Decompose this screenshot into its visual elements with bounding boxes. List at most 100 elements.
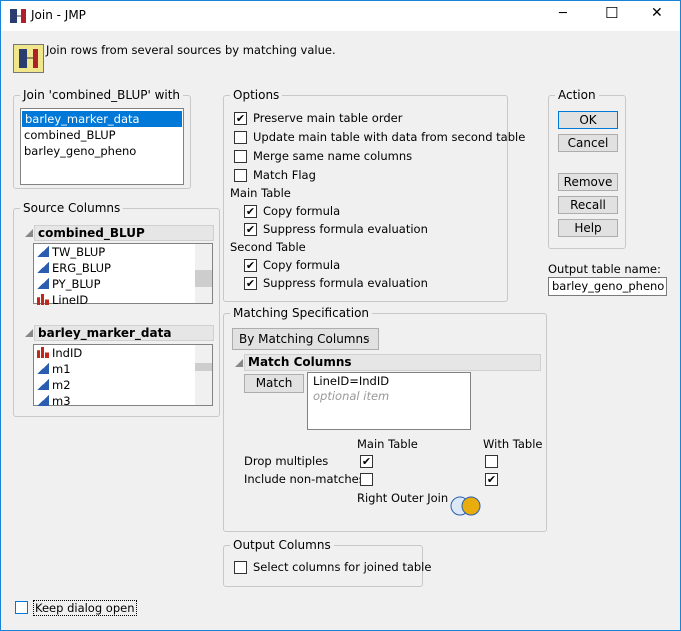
- source-columns-legend: Source Columns: [20, 201, 124, 215]
- list-item[interactable]: m1: [34, 361, 212, 377]
- column-name: m1: [52, 362, 71, 376]
- scrollbar[interactable]: [195, 345, 212, 405]
- column-name: TW_BLUP: [52, 245, 106, 259]
- continuous-icon: [37, 278, 49, 289]
- matching-spec-legend: Matching Specification: [230, 306, 373, 320]
- continuous-icon: [37, 262, 49, 273]
- checkbox-label: Copy formula: [263, 204, 341, 218]
- list-item[interactable]: LineID=IndID: [313, 374, 465, 389]
- update-main-table-checkbox[interactable]: [234, 131, 247, 144]
- continuous-icon: [37, 395, 49, 406]
- list-item[interactable]: PY_BLUP: [34, 276, 212, 292]
- list-item[interactable]: LineID: [34, 292, 212, 308]
- dialog-description: Join rows from several sources by matchi…: [46, 43, 336, 57]
- checkbox-label: Copy formula: [263, 258, 341, 272]
- checkbox-label: Merge same name columns: [253, 149, 413, 163]
- nominal-icon: [37, 294, 49, 305]
- disclosure-triangle-icon[interactable]: [235, 359, 243, 367]
- list-placeholder: optional item: [313, 389, 390, 403]
- keep-dialog-open-checkbox[interactable]: [15, 601, 28, 614]
- column-list[interactable]: IndID m1 m2 m3: [33, 344, 213, 409]
- help-button[interactable]: Help: [558, 219, 618, 237]
- matching-method-dropdown[interactable]: By Matching Columns ⌄: [232, 328, 379, 350]
- checkbox-label: Select columns for joined table: [253, 560, 432, 574]
- drop-multiples-label: Drop multiples: [244, 454, 329, 468]
- join-dialog: Join - JMP ─ ☐ ✕ Join rows from several …: [0, 0, 681, 631]
- checkbox-label: Match Flag: [253, 168, 316, 182]
- continuous-icon: [37, 363, 49, 374]
- table-header: combined_BLUP: [34, 225, 214, 241]
- keep-dialog-open-label: Keep dialog open: [33, 600, 137, 616]
- close-button[interactable]: ✕: [651, 5, 663, 21]
- column-name: m3: [52, 394, 71, 408]
- match-columns-header: Match Columns: [244, 354, 541, 371]
- source-columns-group: Source Columns combined_BLUP TW_BLUP ERG…: [13, 201, 220, 417]
- list-item[interactable]: m3: [34, 393, 212, 409]
- include-nonmatches-with-checkbox[interactable]: ✔: [485, 473, 498, 486]
- remove-button[interactable]: Remove: [558, 173, 618, 191]
- matching-spec-group: Matching Specification By Matching Colum…: [223, 306, 547, 532]
- drop-multiples-with-checkbox[interactable]: [485, 455, 498, 468]
- options-legend: Options: [230, 88, 283, 102]
- column-name: IndID: [52, 346, 83, 360]
- match-pairs-list[interactable]: LineID=IndID optional item: [307, 372, 471, 430]
- chevron-down-icon: ⌄: [363, 333, 371, 343]
- output-columns-group: Output Columns Select columns for joined…: [223, 538, 431, 587]
- disclosure-triangle-icon[interactable]: [25, 229, 33, 237]
- list-item[interactable]: barley_marker_data: [22, 111, 182, 127]
- list-item[interactable]: m2: [34, 377, 212, 393]
- match-flag-checkbox[interactable]: [234, 169, 247, 182]
- main-copy-formula-checkbox[interactable]: ✔: [244, 205, 257, 218]
- window-title: Join - JMP: [31, 8, 86, 22]
- list-item[interactable]: TW_BLUP: [34, 244, 212, 260]
- nominal-icon: [37, 347, 49, 358]
- match-button[interactable]: Match: [244, 374, 304, 393]
- merge-columns-checkbox[interactable]: [234, 150, 247, 163]
- venn-diagram-icon: [450, 496, 481, 516]
- column-name: LineID: [52, 293, 89, 307]
- join-with-list[interactable]: barley_marker_data combined_BLUP barley_…: [20, 108, 184, 185]
- list-item[interactable]: barley_geno_pheno: [21, 143, 183, 159]
- output-columns-legend: Output Columns: [230, 538, 334, 552]
- main-table-column-label: Main Table: [357, 437, 418, 451]
- scrollbar[interactable]: [195, 244, 212, 303]
- action-group: Action OK Cancel Remove Recall Help: [548, 88, 626, 249]
- maximize-button[interactable]: ☐: [605, 4, 618, 22]
- second-suppress-eval-checkbox[interactable]: ✔: [244, 277, 257, 290]
- list-item[interactable]: IndID: [34, 345, 212, 361]
- dropdown-value: By Matching Columns: [239, 332, 370, 346]
- ok-button[interactable]: OK: [558, 111, 618, 129]
- recall-button[interactable]: Recall: [558, 196, 618, 214]
- checkbox-label: Suppress formula evaluation: [263, 276, 428, 290]
- continuous-icon: [37, 246, 49, 257]
- checkbox-label: Suppress formula evaluation: [263, 222, 428, 236]
- list-item[interactable]: combined_BLUP: [21, 127, 183, 143]
- minimize-button[interactable]: ─: [559, 6, 567, 21]
- column-list[interactable]: TW_BLUP ERG_BLUP PY_BLUP LineID: [33, 243, 213, 307]
- output-name-label: Output table name:: [548, 262, 661, 276]
- output-name-input[interactable]: barley_geno_pheno: [548, 277, 667, 296]
- disclosure-triangle-icon[interactable]: [25, 329, 33, 337]
- checkbox-label: Preserve main table order: [253, 111, 403, 125]
- table-header: barley_marker_data: [34, 325, 214, 341]
- select-columns-checkbox[interactable]: [234, 561, 247, 574]
- include-nonmatches-main-checkbox[interactable]: [360, 473, 373, 486]
- checkbox-label: Update main table with data from second …: [253, 130, 526, 144]
- second-table-label: Second Table: [230, 240, 306, 254]
- preserve-order-checkbox[interactable]: ✔: [234, 112, 247, 125]
- second-copy-formula-checkbox[interactable]: ✔: [244, 259, 257, 272]
- column-name: PY_BLUP: [52, 277, 101, 291]
- join-app-icon: [10, 9, 26, 23]
- continuous-icon: [37, 379, 49, 390]
- cancel-button[interactable]: Cancel: [558, 134, 618, 152]
- drop-multiples-main-checkbox[interactable]: ✔: [360, 455, 373, 468]
- main-suppress-eval-checkbox[interactable]: ✔: [244, 223, 257, 236]
- title-bar: Join - JMP ─ ☐ ✕: [1, 1, 680, 31]
- join-with-group: Join 'combined_BLUP' with barley_marker_…: [13, 88, 191, 189]
- column-name: ERG_BLUP: [52, 261, 111, 275]
- action-legend: Action: [555, 88, 599, 102]
- join-type-label: Right Outer Join: [357, 491, 449, 505]
- main-table-label: Main Table: [230, 186, 291, 200]
- list-item[interactable]: ERG_BLUP: [34, 260, 212, 276]
- join-large-icon: [13, 44, 44, 73]
